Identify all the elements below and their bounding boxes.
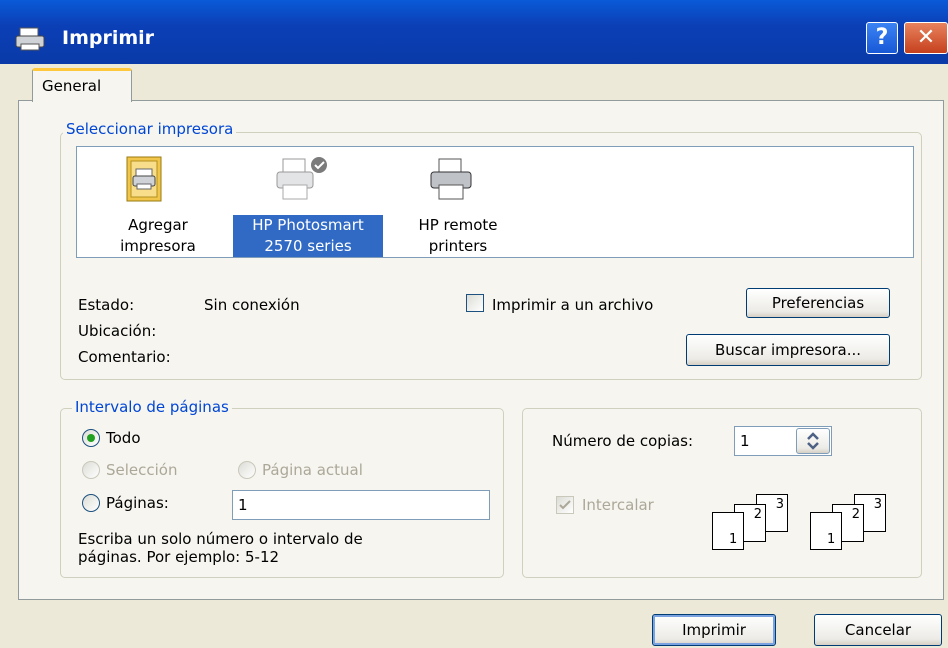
current-page-label[interactable]: Página actual	[262, 461, 363, 479]
printer-item-add-line1: Agregar	[128, 216, 188, 234]
add-printer-icon[interactable]	[125, 155, 165, 205]
copies-number-label: Número de copias:	[552, 432, 694, 450]
page-range-hint: Escriba un solo número o intervalo de pá…	[78, 530, 363, 566]
collate-label: Intercalar	[582, 496, 654, 514]
tab-general[interactable]: General	[32, 68, 132, 102]
collate-pages-icon-2: 3 2 1	[806, 494, 896, 550]
printer-icon[interactable]	[427, 155, 477, 207]
collate-page-2: 2	[753, 507, 762, 522]
cancel-button[interactable]: Cancelar	[814, 614, 942, 646]
find-printer-button[interactable]: Buscar impresora...	[686, 334, 890, 366]
page-range-hint-line1: Escriba un solo número o intervalo de	[78, 530, 363, 548]
collate-page-3: 3	[775, 497, 784, 512]
collate-checkbox[interactable]	[556, 496, 574, 514]
pages-label[interactable]: Páginas:	[106, 494, 169, 512]
printer-item-add-line2: impresora	[120, 237, 196, 255]
collate-page-1b: 1	[827, 532, 836, 547]
printer-item-hp-remote-line2: printers	[428, 237, 488, 255]
printer-item-hp-remote[interactable]: HP remote printers	[403, 215, 513, 257]
collate-page-3b: 3	[873, 497, 882, 512]
collate-pages-icon: 3 2 1	[708, 494, 798, 550]
page-range-legend: Intervalo de páginas	[72, 398, 232, 416]
printer-title-icon	[14, 26, 48, 52]
collate-page-2b: 2	[851, 507, 860, 522]
copies-spinner[interactable]	[796, 428, 830, 454]
help-button[interactable]: ?	[866, 22, 898, 54]
print-to-file-label[interactable]: Imprimir a un archivo	[492, 296, 653, 314]
window-title: Imprimir	[62, 27, 155, 49]
pages-radio[interactable]	[82, 494, 100, 512]
location-label: Ubicación:	[78, 322, 157, 340]
radio-selected-dot	[87, 434, 95, 442]
printer-default-icon[interactable]	[273, 155, 329, 207]
printer-list[interactable]: Agregar impresora HP Photosmart 2570 ser…	[76, 146, 914, 258]
printer-item-hp-photosmart-line2: 2570 series	[264, 237, 352, 255]
status-label: Estado:	[78, 296, 135, 314]
printer-item-hp-remote-line1: HP remote	[418, 216, 498, 234]
close-button[interactable]: ✕	[904, 22, 948, 54]
all-label[interactable]: Todo	[106, 429, 141, 447]
comment-label: Comentario:	[78, 348, 171, 366]
selection-radio[interactable]	[82, 461, 100, 479]
status-value: Sin conexión	[204, 296, 300, 314]
printer-item-hp-photosmart[interactable]: HP Photosmart 2570 series	[233, 215, 383, 257]
printer-item-add[interactable]: Agregar impresora	[110, 215, 206, 257]
selection-label[interactable]: Selección	[106, 461, 178, 479]
print-button[interactable]: Imprimir	[652, 614, 776, 646]
collate-page-1: 1	[729, 532, 738, 547]
printer-item-hp-photosmart-line1: HP Photosmart	[252, 216, 364, 234]
check-icon	[559, 500, 571, 510]
spinner-arrows-icon	[807, 432, 819, 450]
pages-input[interactable]: 1	[232, 490, 490, 520]
preferences-button[interactable]: Preferencias	[746, 288, 890, 318]
select-printer-legend: Seleccionar impresora	[63, 120, 237, 138]
all-radio[interactable]	[82, 429, 100, 447]
tab-general-label: General	[42, 77, 102, 95]
current-page-radio[interactable]	[238, 461, 256, 479]
print-to-file-checkbox[interactable]	[466, 294, 484, 312]
page-range-hint-line2: páginas. Por ejemplo: 5-12	[78, 548, 280, 566]
